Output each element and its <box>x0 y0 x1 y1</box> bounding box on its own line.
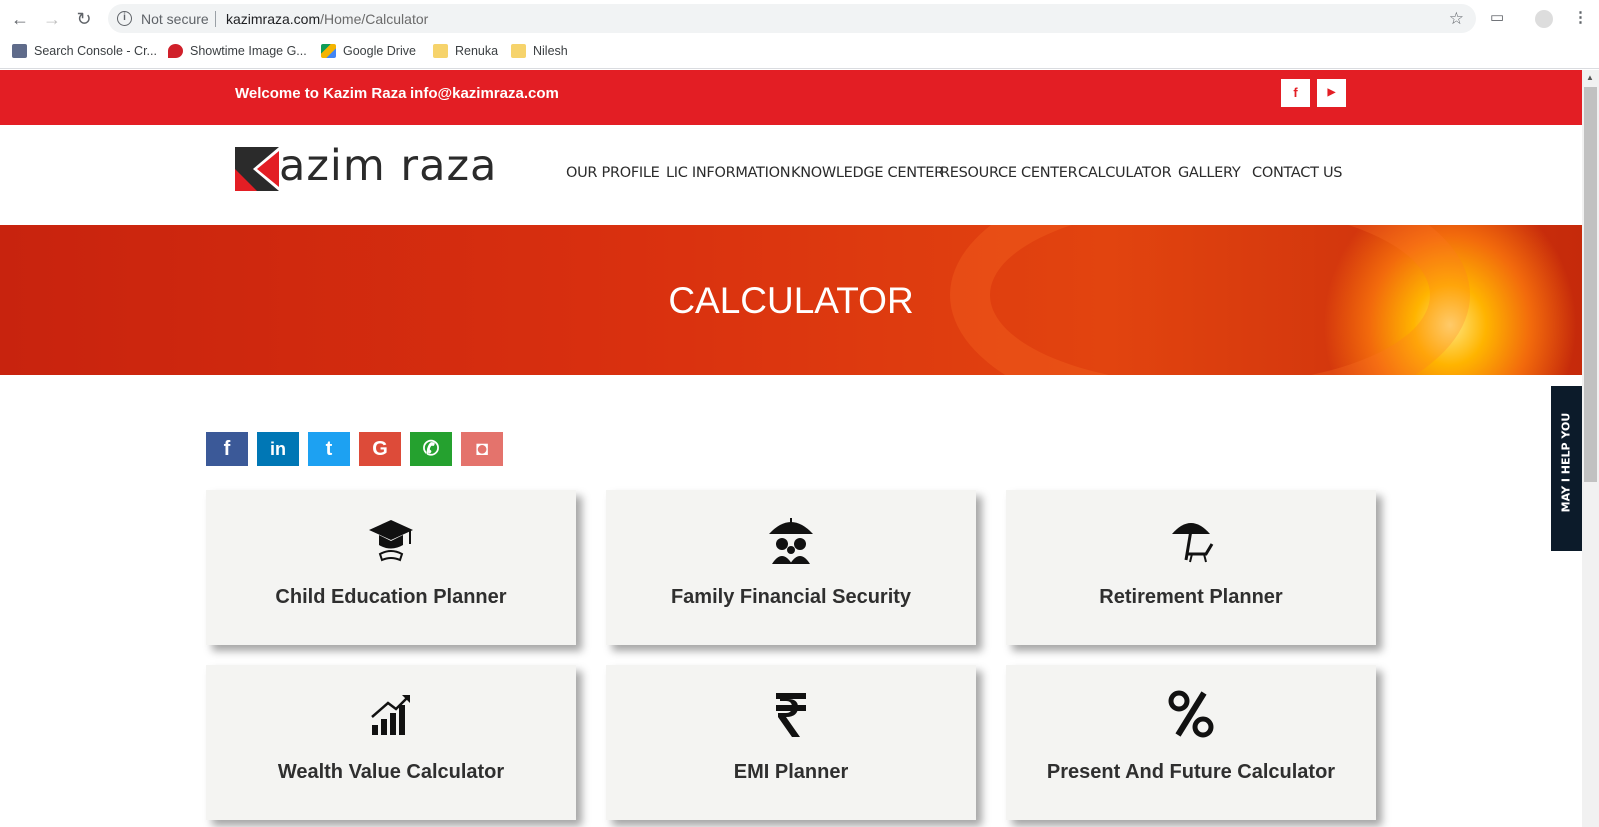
search-console-icon <box>12 44 27 58</box>
bookmark-star-icon[interactable]: ☆ <box>1449 9 1464 29</box>
card-title: Retirement Planner <box>1099 586 1283 608</box>
page-banner: CALCULATOR <box>0 225 1582 375</box>
beach-umbrella-icon <box>1172 523 1214 563</box>
menu-dots-icon[interactable]: ⋮ <box>1573 8 1588 26</box>
family-umbrella-icon <box>769 518 813 564</box>
calculator-card-child-education[interactable]: Child Education Planner <box>206 490 576 645</box>
facebook-icon[interactable]: f <box>1281 79 1310 107</box>
bookmark-label: Nilesh <box>533 44 568 58</box>
percent-icon <box>1168 690 1214 738</box>
top-contact-bar: Welcome to Kazim Raza info@kazimraza.com… <box>0 70 1582 125</box>
bookmark-google-drive[interactable]: Google Drive <box>321 44 416 58</box>
bookmark-search-console[interactable]: Search Console - Cr... <box>12 44 157 58</box>
google-drive-icon <box>321 44 336 58</box>
whatsapp-share-icon[interactable]: ✆ <box>410 432 452 466</box>
calculator-card-emi-planner[interactable]: EMI Planner <box>606 665 976 820</box>
bookmark-label: Search Console - Cr... <box>34 44 157 58</box>
calculator-card-wealth-value[interactable]: Wealth Value Calculator <box>206 665 576 820</box>
bookmark-nilesh[interactable]: Nilesh <box>511 44 568 58</box>
nav-our-profile[interactable]: OUR PROFILE <box>566 165 660 181</box>
calculator-card-family-security[interactable]: Family Financial Security <box>606 490 976 645</box>
may-i-help-you-tab[interactable]: MAY I HELP YOU <box>1551 386 1582 551</box>
showtime-icon <box>168 44 183 58</box>
url-path: /Home/Calculator <box>320 11 429 27</box>
url-text[interactable]: kazimraza.com/Home/Calculator <box>226 11 428 27</box>
back-icon[interactable]: ← <box>8 7 32 31</box>
card-title: Wealth Value Calculator <box>277 761 505 783</box>
url-domain: kazimraza.com <box>226 11 321 27</box>
profile-avatar[interactable] <box>1535 10 1553 28</box>
card-title: Present And Future Calculator <box>1046 761 1336 783</box>
scroll-thumb[interactable] <box>1584 87 1597 482</box>
address-bar[interactable]: i Not secure kazimraza.com/Home/Calculat… <box>108 4 1476 33</box>
linkedin-share-icon[interactable]: in <box>257 432 299 466</box>
scroll-up-icon[interactable]: ▲ <box>1586 73 1594 82</box>
twitter-share-icon[interactable]: t <box>308 432 350 466</box>
growth-chart-icon <box>371 695 410 735</box>
bookmark-renuka[interactable]: Renuka <box>433 44 498 58</box>
logo-text: azim raza <box>279 141 498 191</box>
bookmark-showtime[interactable]: Showtime Image G... <box>168 44 307 58</box>
instagram-share-icon[interactable]: ◘ <box>461 432 503 466</box>
email-link[interactable]: info@kazimraza.com <box>410 85 559 102</box>
bookmarks-bar: Search Console - Cr... Showtime Image G.… <box>0 38 1599 69</box>
bookmark-label: Showtime Image G... <box>190 44 307 58</box>
nav-knowledge-center[interactable]: KNOWLEDGE CENTER <box>791 165 944 181</box>
address-divider <box>215 11 216 27</box>
nav-lic-information[interactable]: LIC INFORMATION <box>666 165 791 181</box>
site-logo[interactable]: azim raza <box>235 141 535 197</box>
google-share-icon[interactable]: G <box>359 432 401 466</box>
site-header: azim raza OUR PROFILE LIC INFORMATION KN… <box>0 125 1582 225</box>
nav-gallery[interactable]: GALLERY <box>1178 165 1241 181</box>
calculator-card-present-future[interactable]: Present And Future Calculator <box>1006 665 1376 820</box>
folder-icon <box>433 44 448 58</box>
youtube-icon[interactable]: ▶ <box>1317 79 1346 107</box>
card-title: Child Education Planner <box>275 586 507 608</box>
bookmark-label: Google Drive <box>343 44 416 58</box>
card-title: Family Financial Security <box>670 586 912 608</box>
page-scrollbar[interactable]: ▲ <box>1582 70 1599 827</box>
forward-icon[interactable]: → <box>40 7 64 31</box>
page-title: CALCULATOR <box>668 280 914 321</box>
info-icon[interactable]: i <box>117 11 132 26</box>
welcome-text: Welcome to Kazim Raza <box>235 85 407 102</box>
browser-toolbar: ← → ↻ i Not secure kazimraza.com/Home/Ca… <box>0 0 1599 38</box>
nav-calculator[interactable]: CALCULATOR <box>1078 165 1172 181</box>
nav-contact-us[interactable]: CONTACT US <box>1252 165 1343 181</box>
graduation-cap-icon <box>369 520 413 562</box>
bookmark-label: Renuka <box>455 44 499 58</box>
facebook-share-icon[interactable]: f <box>206 432 248 466</box>
card-title: EMI Planner <box>733 761 849 783</box>
calculator-card-retirement[interactable]: Retirement Planner <box>1006 490 1376 645</box>
rupee-icon <box>776 693 806 737</box>
help-tab-label: MAY I HELP YOU <box>1559 412 1573 513</box>
reload-icon[interactable]: ↻ <box>72 7 96 31</box>
cast-icon[interactable]: ▭ <box>1490 8 1504 26</box>
folder-icon <box>511 44 526 58</box>
logo-mark-icon <box>235 147 279 191</box>
security-label: Not secure <box>141 11 209 27</box>
nav-resource-center[interactable]: RESOURCE CENTER <box>940 165 1078 181</box>
